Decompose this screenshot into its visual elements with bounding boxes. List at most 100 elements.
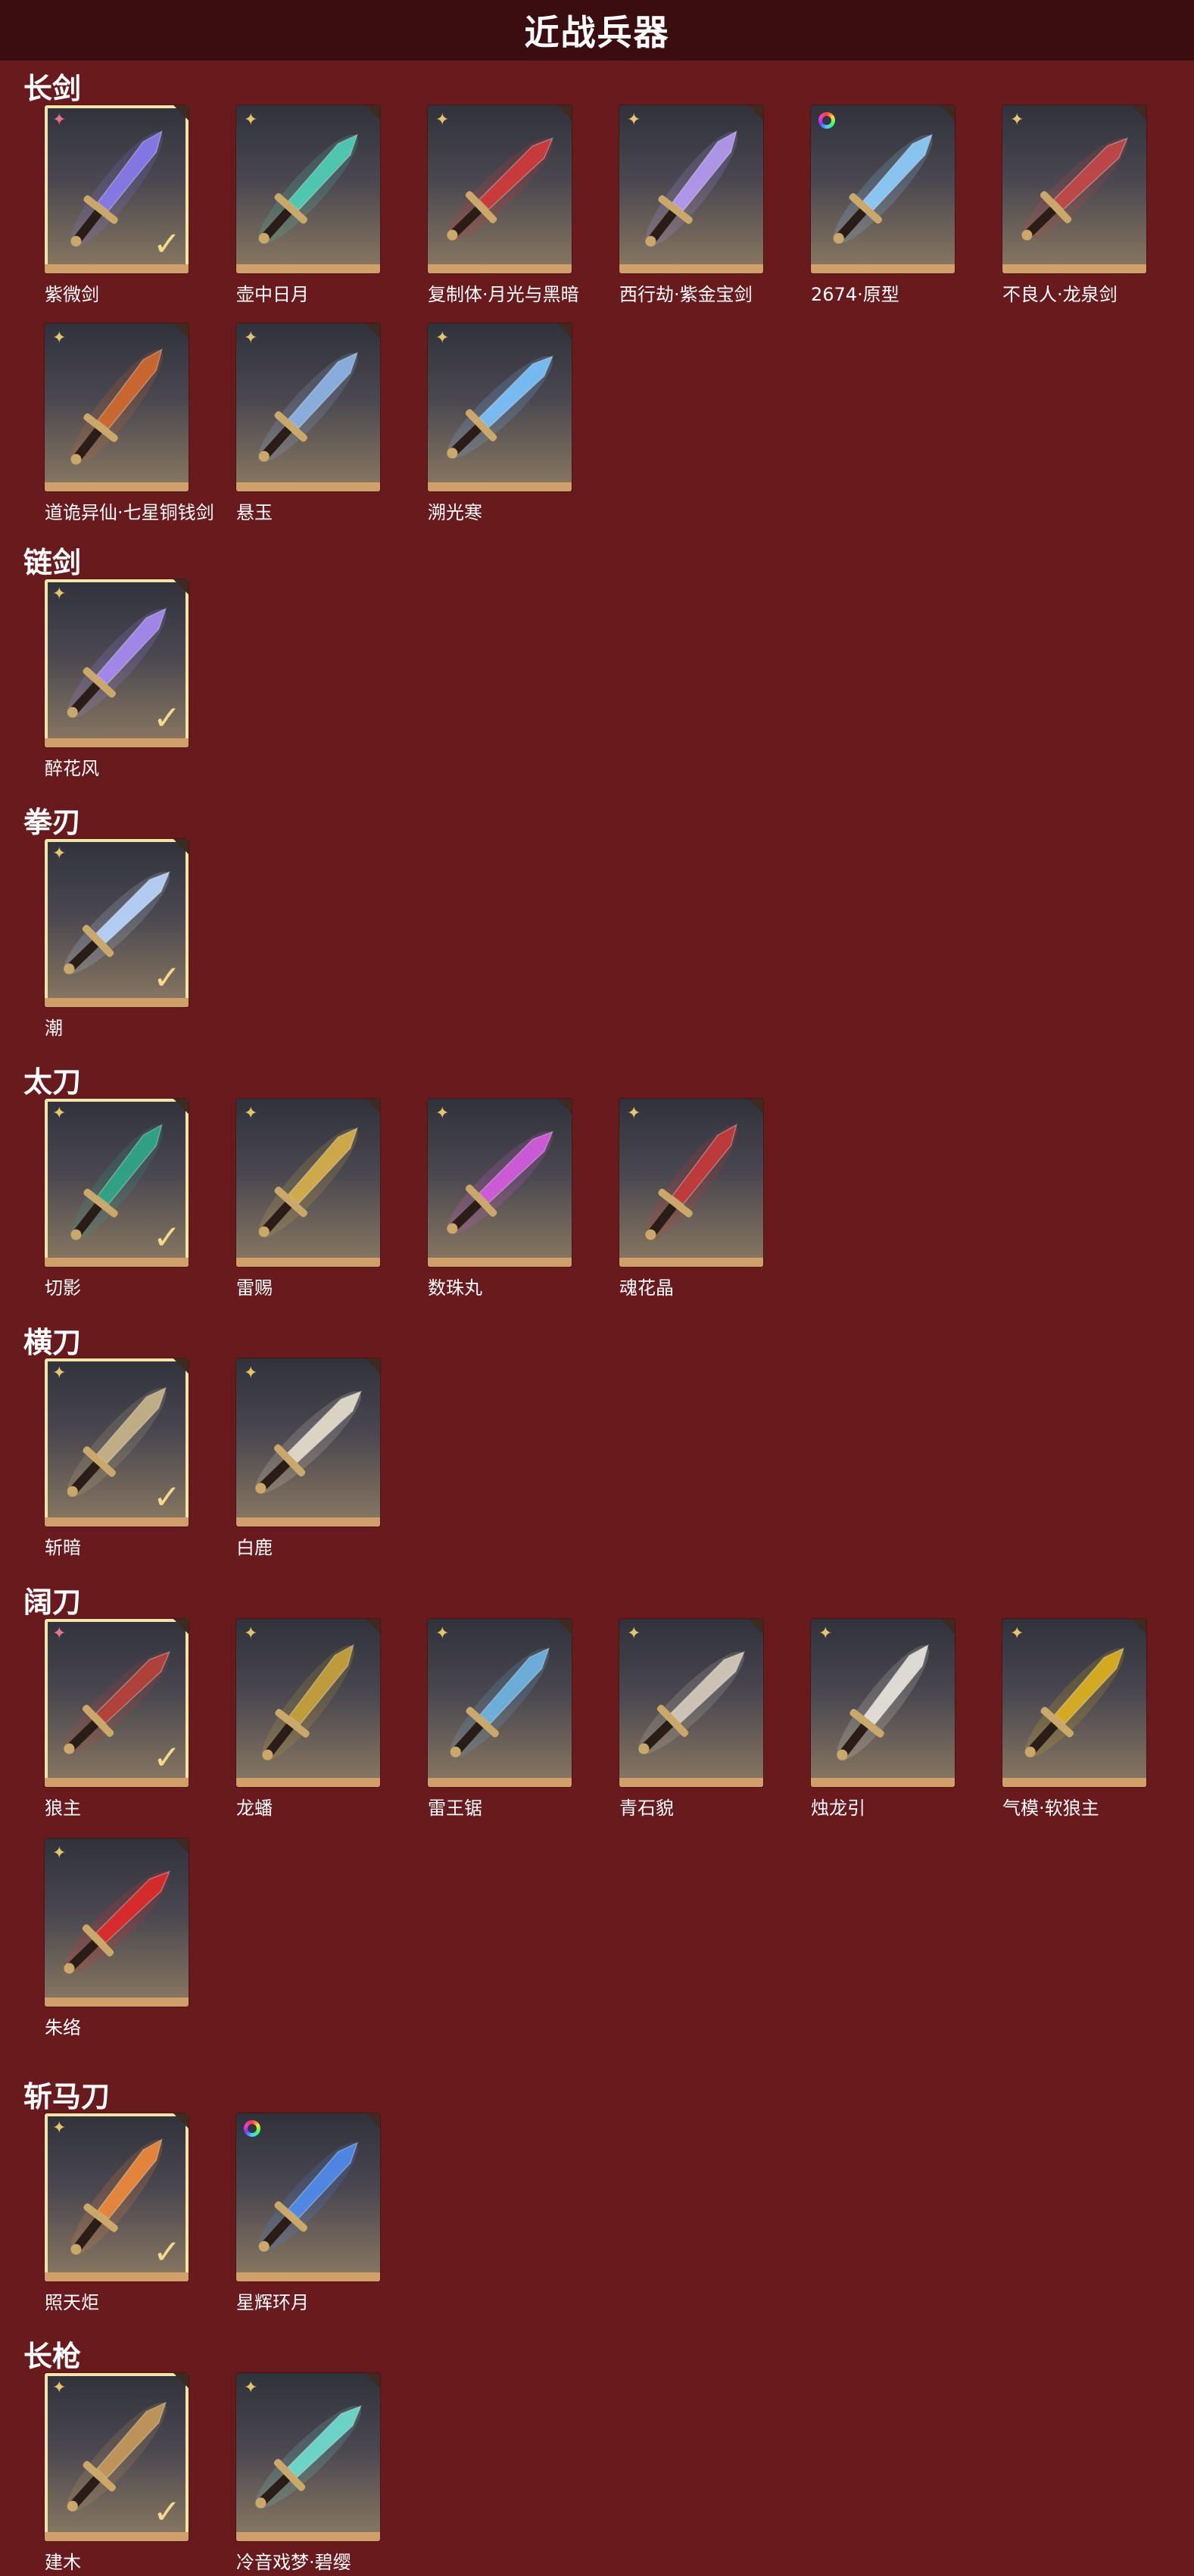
gold-star-icon: ✦ bbox=[1010, 111, 1024, 129]
weapon-card[interactable]: ✦ bbox=[619, 1099, 763, 1267]
gold-star-icon: ✦ bbox=[435, 1104, 450, 1123]
weapon-name: 白鹿 bbox=[236, 1537, 273, 1558]
weapon-card[interactable]: ✦ ✓ bbox=[45, 105, 189, 273]
card-bottom-bar bbox=[45, 2272, 189, 2281]
card-corner-mark bbox=[748, 105, 763, 120]
card-corner-mark bbox=[556, 105, 572, 120]
card-corner-mark bbox=[173, 1358, 189, 1374]
card-corner-mark bbox=[1131, 105, 1146, 120]
weapon-card[interactable]: ✦ bbox=[236, 105, 380, 273]
gold-star-icon: ✦ bbox=[244, 1364, 258, 1383]
weapon-card[interactable]: ✦ bbox=[619, 1619, 763, 1787]
weapon-name: 道诡异仙·七星铜钱剑 bbox=[45, 502, 214, 523]
weapon-card[interactable]: ✦ bbox=[1002, 105, 1146, 273]
weapon-image bbox=[644, 130, 738, 248]
weapon-image bbox=[450, 1647, 550, 1758]
weapon-card[interactable]: ✦ bbox=[428, 1099, 572, 1267]
card-corner-mark bbox=[365, 2113, 380, 2128]
card-corner-mark bbox=[365, 1619, 380, 1634]
weapon-card[interactable] bbox=[236, 2113, 380, 2281]
card-bottom-bar bbox=[236, 2272, 380, 2281]
weapon-card[interactable]: ✦ ✓ bbox=[45, 2373, 189, 2541]
weapon-card[interactable]: ✦ bbox=[236, 2373, 380, 2541]
weapon-image bbox=[258, 2141, 359, 2253]
card-bottom-bar bbox=[619, 1778, 763, 1787]
gold-star-icon: ✦ bbox=[244, 111, 258, 129]
weapon-image bbox=[446, 137, 554, 241]
weapon-card[interactable]: ✦ bbox=[236, 1099, 380, 1267]
card-bottom-bar bbox=[619, 264, 763, 273]
section-title: 链剑 bbox=[23, 546, 82, 579]
weapon-card[interactable]: ✦ bbox=[45, 1838, 189, 2007]
card-corner-mark bbox=[748, 1619, 763, 1634]
weapon-card[interactable]: ✦ bbox=[236, 1619, 380, 1787]
card-bottom-bar bbox=[45, 264, 189, 273]
page-header: 近战兵器 bbox=[0, 0, 1194, 61]
weapon-name: 冷音戏梦·碧缨 bbox=[236, 2552, 351, 2573]
section-title: 长剑 bbox=[23, 72, 82, 105]
page-title: 近战兵器 bbox=[524, 12, 670, 53]
gold-star-icon: ✦ bbox=[627, 111, 641, 129]
gold-star-icon: ✦ bbox=[52, 1104, 67, 1123]
card-bottom-bar bbox=[45, 1778, 189, 1787]
weapon-card[interactable]: ✦ bbox=[811, 1619, 955, 1787]
card-corner-mark bbox=[173, 2373, 189, 2388]
card-corner-mark bbox=[173, 323, 189, 338]
card-bottom-bar bbox=[428, 264, 572, 273]
card-corner-mark bbox=[940, 1619, 955, 1634]
card-corner-mark bbox=[173, 579, 189, 594]
gold-star-icon: ✦ bbox=[52, 329, 67, 348]
weapon-image bbox=[254, 2405, 363, 2509]
weapon-card[interactable]: ✦ ✓ bbox=[45, 1358, 189, 1527]
card-corner-mark bbox=[365, 2373, 380, 2388]
weapon-name: 雷赐 bbox=[236, 1277, 273, 1299]
card-corner-mark bbox=[173, 105, 189, 120]
card-bottom-bar bbox=[236, 1778, 380, 1787]
gold-star-icon: ✦ bbox=[52, 2119, 67, 2138]
weapon-card[interactable]: ✦ bbox=[236, 323, 380, 491]
card-bottom-bar bbox=[428, 482, 572, 491]
weapon-card[interactable]: ✦ bbox=[428, 323, 572, 491]
weapon-card[interactable]: ✦ bbox=[45, 323, 189, 491]
card-corner-mark bbox=[365, 105, 380, 120]
card-bottom-bar bbox=[45, 482, 189, 491]
weapon-image bbox=[833, 133, 934, 245]
weapon-image bbox=[446, 355, 554, 459]
card-bottom-bar bbox=[236, 482, 380, 491]
checkmark-icon: ✓ bbox=[153, 2233, 181, 2272]
gold-star-icon: ✦ bbox=[244, 2378, 258, 2397]
weapon-card[interactable]: ✦ bbox=[428, 105, 572, 273]
gold-star-icon: ✦ bbox=[818, 1624, 833, 1643]
gold-star-icon: ✦ bbox=[52, 585, 67, 603]
weapon-image bbox=[261, 1644, 355, 1761]
gold-star-icon: ✦ bbox=[435, 111, 450, 129]
weapon-card[interactable]: ✦ bbox=[428, 1619, 572, 1787]
card-corner-mark bbox=[1131, 1619, 1146, 1634]
weapon-image bbox=[258, 133, 359, 245]
card-bottom-bar bbox=[811, 1778, 955, 1787]
card-bottom-bar bbox=[45, 998, 189, 1007]
weapon-image bbox=[446, 1131, 554, 1234]
gold-star-icon: ✦ bbox=[1010, 1624, 1024, 1643]
weapon-card[interactable]: ✦ ✓ bbox=[45, 2113, 189, 2281]
weapon-card[interactable]: ✦ ✓ bbox=[45, 579, 189, 747]
weapon-name: 星辉环月 bbox=[236, 2292, 309, 2313]
checkmark-icon: ✓ bbox=[153, 699, 181, 738]
weapon-card[interactable]: ✦ ✓ bbox=[45, 1619, 189, 1787]
weapon-card[interactable]: ✦ bbox=[236, 1358, 380, 1527]
gold-star-icon: ✦ bbox=[244, 1624, 258, 1643]
card-corner-mark bbox=[173, 839, 189, 854]
card-bottom-bar bbox=[428, 1778, 572, 1787]
gold-star-icon: ✦ bbox=[52, 2378, 67, 2397]
weapon-card[interactable]: ✦ ✓ bbox=[45, 1099, 189, 1267]
card-bottom-bar bbox=[1002, 264, 1146, 273]
weapon-card[interactable]: ✦ bbox=[1002, 1619, 1146, 1787]
section-title: 斩马刀 bbox=[23, 2080, 111, 2113]
weapon-card[interactable] bbox=[811, 105, 955, 273]
card-bottom-bar bbox=[45, 1517, 189, 1527]
weapon-image bbox=[1021, 137, 1129, 241]
card-corner-mark bbox=[173, 1838, 189, 1854]
weapon-card[interactable]: ✦ bbox=[619, 105, 763, 273]
weapon-name: 朱络 bbox=[45, 2017, 81, 2038]
weapon-card[interactable]: ✦ ✓ bbox=[45, 839, 189, 1007]
